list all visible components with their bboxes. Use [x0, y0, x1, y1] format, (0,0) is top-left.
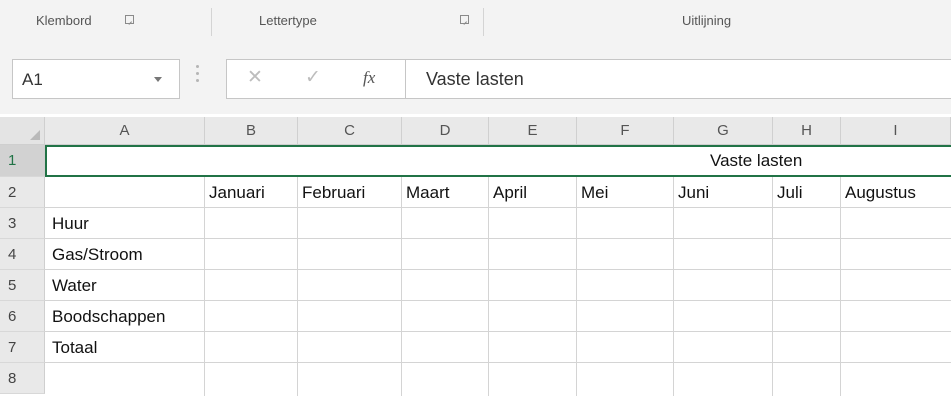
- row-header-1[interactable]: 1: [0, 145, 45, 177]
- group-label-font: Lettertype: [259, 13, 317, 28]
- cell-a3[interactable]: Huur: [52, 208, 89, 239]
- cell-i2[interactable]: Augustus: [845, 177, 916, 208]
- column-header-i[interactable]: I: [841, 117, 951, 145]
- clipboard-dialog-launcher-icon[interactable]: [125, 15, 134, 24]
- row-header-6[interactable]: 6: [0, 301, 45, 332]
- cell-a6[interactable]: Boodschappen: [52, 301, 165, 332]
- ribbon-separator: [211, 8, 212, 36]
- formula-bar-resize-handle[interactable]: [196, 65, 200, 89]
- select-all-button[interactable]: [0, 117, 45, 145]
- cell-h2[interactable]: Juli: [777, 177, 803, 208]
- name-box-value: A1: [22, 70, 43, 89]
- formula-text: Vaste lasten: [426, 69, 524, 89]
- gridline: [488, 177, 489, 396]
- ribbon-group-labels: Klembord Lettertype Uitlijning: [0, 0, 951, 45]
- cell-g2[interactable]: Juni: [678, 177, 709, 208]
- group-label-clipboard: Klembord: [36, 13, 92, 28]
- group-label-alignment: Uitlijning: [682, 13, 732, 28]
- font-dialog-launcher-icon[interactable]: [460, 15, 469, 24]
- formula-bar: A1 ✕ ✓ fx Vaste lasten: [0, 44, 951, 114]
- column-header-g[interactable]: G: [674, 117, 773, 145]
- gridline: [45, 269, 951, 270]
- column-header-e[interactable]: E: [489, 117, 577, 145]
- cell-d2[interactable]: Maart: [406, 177, 449, 208]
- row-header-3[interactable]: 3: [0, 208, 45, 239]
- ribbon-separator: [483, 8, 484, 36]
- gridline: [45, 300, 951, 301]
- gridline: [45, 331, 951, 332]
- gridline: [204, 177, 205, 396]
- chevron-down-icon[interactable]: [154, 77, 162, 82]
- name-box[interactable]: A1: [12, 59, 180, 99]
- gridline: [673, 177, 674, 396]
- column-header-a[interactable]: A: [45, 117, 205, 145]
- sheet-title: Vaste lasten: [710, 151, 803, 170]
- gridline: [45, 238, 951, 239]
- cell-a4[interactable]: Gas/Stroom: [52, 239, 143, 270]
- row-header-8[interactable]: 8: [0, 363, 45, 394]
- cell-f2[interactable]: Mei: [581, 177, 608, 208]
- cell-e2[interactable]: April: [493, 177, 527, 208]
- gridline: [45, 362, 951, 363]
- column-header-f[interactable]: F: [577, 117, 674, 145]
- row-header-7[interactable]: 7: [0, 332, 45, 363]
- column-header-b[interactable]: B: [205, 117, 298, 145]
- insert-function-icon[interactable]: fx: [363, 68, 375, 88]
- gridline: [297, 177, 298, 396]
- cell-c2[interactable]: Februari: [302, 177, 365, 208]
- column-header-d[interactable]: D: [402, 117, 489, 145]
- column-header-c[interactable]: C: [298, 117, 402, 145]
- worksheet-grid: A B C D E F G H I 1 2 3 4 5 6 7 8 Vaste …: [0, 117, 951, 396]
- gridline: [840, 177, 841, 396]
- row-header-4[interactable]: 4: [0, 239, 45, 270]
- cancel-icon[interactable]: ✕: [247, 66, 263, 89]
- cell-a5[interactable]: Water: [52, 270, 97, 301]
- row-header-2[interactable]: 2: [0, 177, 45, 208]
- column-header-h[interactable]: H: [773, 117, 841, 145]
- gridline: [772, 177, 773, 396]
- row-header-5[interactable]: 5: [0, 270, 45, 301]
- cell-b2[interactable]: Januari: [209, 177, 265, 208]
- formula-input[interactable]: Vaste lasten: [406, 59, 951, 99]
- cell-a7[interactable]: Totaal: [52, 332, 97, 363]
- merged-cell-a1[interactable]: Vaste lasten: [45, 145, 951, 177]
- gridline: [401, 177, 402, 396]
- gridline: [576, 177, 577, 396]
- formula-buttons: ✕ ✓ fx: [226, 59, 406, 99]
- enter-check-icon[interactable]: ✓: [305, 66, 321, 89]
